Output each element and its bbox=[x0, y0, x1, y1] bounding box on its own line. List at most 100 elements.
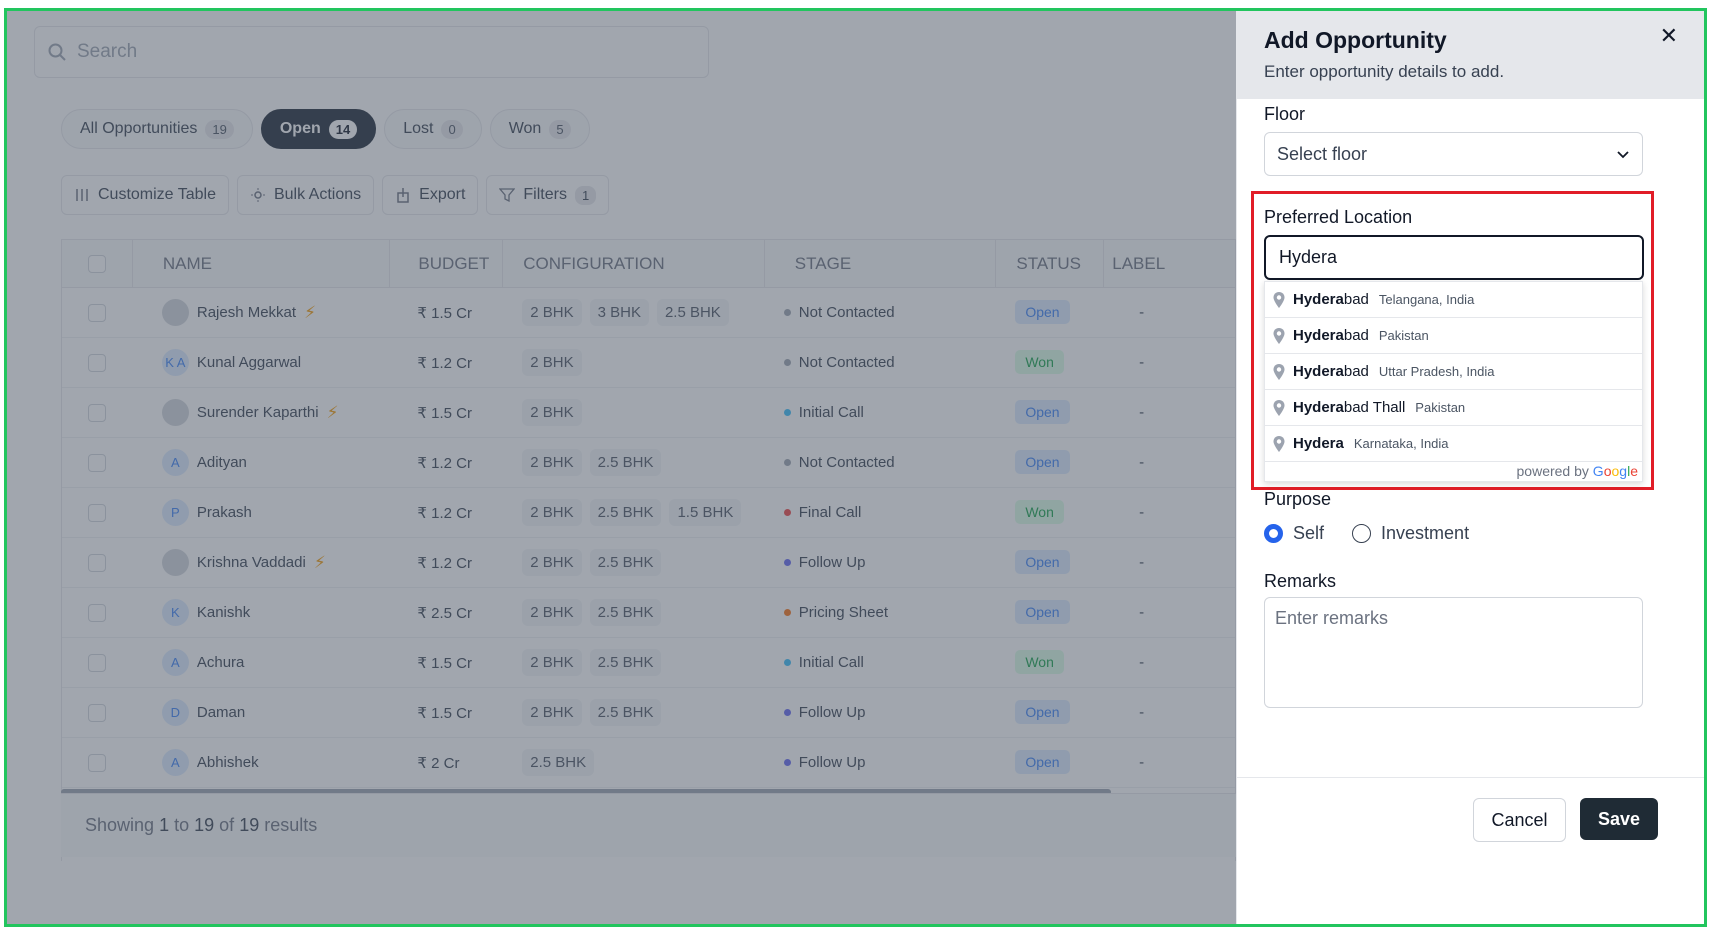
row-checkbox[interactable] bbox=[87, 703, 106, 722]
suggestion-match: Hydera bbox=[1293, 327, 1344, 344]
location-suggestion[interactable]: Hyderabad Pakistan bbox=[1265, 318, 1642, 354]
preferred-location-input[interactable]: Hydera bbox=[1264, 235, 1644, 280]
row-checkbox[interactable] bbox=[87, 453, 106, 472]
close-icon[interactable]: ✕ bbox=[1660, 23, 1678, 49]
panel-footer: Cancel Save bbox=[1237, 777, 1704, 924]
location-suggestion[interactable]: Hyderabad Telangana, India bbox=[1265, 282, 1642, 318]
header-stage[interactable]: STAGE bbox=[763, 240, 996, 287]
row-label: - bbox=[1139, 754, 1145, 771]
row-checkbox[interactable] bbox=[87, 503, 106, 522]
purpose-self-radio[interactable]: Self bbox=[1264, 523, 1324, 544]
floor-label: Floor bbox=[1264, 104, 1306, 124]
header-name[interactable]: NAME bbox=[131, 240, 390, 287]
table-row[interactable]: Rajesh Mekkat ⚡ ₹ 1.5 Cr 2 BHK 3 BHK 2.5 BHK N… bbox=[62, 288, 1235, 338]
row-name[interactable]: Rajesh Mekkat bbox=[197, 304, 296, 321]
config-chip: 2 BHK bbox=[522, 299, 582, 326]
header-status[interactable]: STATUS bbox=[995, 240, 1103, 287]
remarks-textarea[interactable]: Enter remarks bbox=[1264, 597, 1643, 708]
table-row[interactable]: Krishna Vaddadi ⚡ ₹ 1.2 Cr 2 BHK 2.5 BHK Foll… bbox=[62, 538, 1235, 588]
table-row[interactable]: D Daman ₹ 1.5 Cr 2 BHK 2.5 BHK Follow Up Open - bbox=[62, 688, 1235, 738]
suggestion-match: Hydera bbox=[1293, 291, 1344, 308]
purpose-investment-radio[interactable]: Investment bbox=[1352, 523, 1469, 544]
bulk-actions-button[interactable]: Bulk Actions bbox=[236, 175, 375, 215]
chevron-down-icon bbox=[1617, 151, 1629, 159]
select-all-checkbox[interactable] bbox=[87, 254, 106, 273]
table-row[interactable]: K A Kunal Aggarwal ₹ 1.2 Cr 2 BHK Not Contac… bbox=[62, 338, 1235, 388]
status-tabs: All Opportunities 19 Open 14 Lost 0 Won 5 bbox=[61, 109, 590, 149]
row-configuration: 2 BHK 2.5 BHK bbox=[502, 599, 764, 626]
header-label[interactable]: LABEL bbox=[1103, 240, 1235, 287]
status-badge: Open bbox=[1015, 550, 1070, 574]
table-row[interactable]: A Achura ₹ 1.5 Cr 2 BHK 2.5 BHK Initial Call W… bbox=[62, 638, 1235, 688]
suggestion-rest: bad Thall bbox=[1343, 399, 1406, 416]
config-chip: 2.5 BHK bbox=[589, 549, 662, 576]
row-checkbox[interactable] bbox=[87, 603, 106, 622]
config-chip: 2.5 BHK bbox=[589, 599, 662, 626]
row-checkbox[interactable] bbox=[87, 653, 106, 672]
search-bar[interactable]: Search bbox=[34, 26, 709, 78]
row-checkbox[interactable] bbox=[87, 403, 106, 422]
row-name[interactable]: Prakash bbox=[197, 504, 252, 521]
tab-all-opportunities[interactable]: All Opportunities 19 bbox=[61, 109, 253, 149]
header-budget[interactable]: BUDGET bbox=[389, 240, 502, 287]
purpose-investment-label: Investment bbox=[1381, 523, 1470, 543]
table-row[interactable]: A Adityan ₹ 1.2 Cr 2 BHK 2.5 BHK Not Contacte… bbox=[62, 438, 1235, 488]
table-row[interactable]: A Abhishek ₹ 2 Cr 2.5 BHK Follow Up Open - bbox=[62, 738, 1235, 788]
floor-select[interactable]: Select floor bbox=[1264, 132, 1643, 176]
row-name[interactable]: Krishna Vaddadi bbox=[197, 554, 306, 571]
summary-from: 1 bbox=[159, 815, 170, 835]
sparkle-icon bbox=[250, 188, 265, 202]
tab-won[interactable]: Won 5 bbox=[489, 109, 590, 149]
header-configuration[interactable]: CONFIGURATION bbox=[502, 240, 764, 287]
summary-to-word: to bbox=[174, 815, 190, 835]
stage-dot-icon bbox=[783, 759, 791, 766]
table-toolbar: Customize Table Bulk Actions Export Filt… bbox=[61, 175, 610, 215]
map-pin-icon bbox=[1273, 399, 1285, 416]
row-checkbox[interactable] bbox=[87, 553, 106, 572]
row-label: - bbox=[1139, 654, 1145, 671]
filter-icon bbox=[499, 188, 516, 203]
filters-button[interactable]: Filters 1 bbox=[486, 175, 610, 215]
row-checkbox[interactable] bbox=[87, 353, 106, 372]
cancel-button[interactable]: Cancel bbox=[1473, 798, 1566, 842]
config-chip: 2 BHK bbox=[522, 499, 582, 526]
table-row[interactable]: K Kanishk ₹ 2.5 Cr 2 BHK 2.5 BHK Pricing Shee… bbox=[62, 588, 1235, 638]
tab-open[interactable]: Open 14 bbox=[260, 109, 377, 149]
tab-lost[interactable]: Lost 0 bbox=[384, 109, 482, 149]
row-name[interactable]: Achura bbox=[197, 654, 245, 671]
row-label: - bbox=[1139, 604, 1145, 621]
avatar bbox=[161, 399, 189, 426]
config-chip: 2.5 BHK bbox=[589, 699, 662, 726]
suggestion-rest: bad bbox=[1343, 363, 1369, 380]
table-row[interactable]: Surender Kaparthi ⚡ ₹ 1.5 Cr 2 BHK Initial C… bbox=[62, 388, 1235, 438]
row-name[interactable]: Kanishk bbox=[197, 604, 250, 621]
customize-table-button[interactable]: Customize Table bbox=[61, 175, 229, 215]
row-budget: ₹ 1.5 Cr bbox=[417, 404, 472, 422]
row-name[interactable]: Daman bbox=[197, 704, 245, 721]
map-pin-icon bbox=[1273, 363, 1285, 380]
avatar: D bbox=[161, 699, 189, 726]
row-configuration: 2 BHK 2.5 BHK 1.5 BHK bbox=[502, 499, 764, 526]
save-button[interactable]: Save bbox=[1580, 798, 1658, 840]
radio-unselected-icon bbox=[1352, 524, 1372, 543]
table-row[interactable]: P Prakash ₹ 1.2 Cr 2 BHK 2.5 BHK 1.5 BHK Final… bbox=[62, 488, 1235, 538]
location-suggestion[interactable]: Hydera Karnataka, India bbox=[1265, 426, 1642, 462]
avatar bbox=[161, 549, 189, 576]
row-name[interactable]: Kunal Aggarwal bbox=[197, 354, 301, 371]
row-budget: ₹ 1.2 Cr bbox=[417, 454, 472, 472]
location-suggestion[interactable]: Hyderabad Thall Pakistan bbox=[1265, 390, 1642, 426]
row-label: - bbox=[1139, 404, 1145, 421]
row-name[interactable]: Abhishek bbox=[197, 754, 259, 771]
row-name[interactable]: Adityan bbox=[197, 454, 247, 471]
row-configuration: 2 BHK 2.5 BHK bbox=[502, 699, 764, 726]
stage-dot-icon bbox=[783, 709, 791, 716]
row-configuration: 2 BHK bbox=[502, 399, 764, 426]
suggestion-match: Hydera bbox=[1293, 363, 1344, 380]
row-checkbox[interactable] bbox=[87, 753, 106, 772]
row-name[interactable]: Surender Kaparthi bbox=[197, 404, 319, 421]
suggestion-match: Hydera bbox=[1293, 399, 1344, 416]
export-button[interactable]: Export bbox=[382, 175, 479, 215]
row-checkbox[interactable] bbox=[87, 303, 106, 322]
avatar: P bbox=[161, 499, 189, 526]
location-suggestion[interactable]: Hyderabad Uttar Pradesh, India bbox=[1265, 354, 1642, 390]
